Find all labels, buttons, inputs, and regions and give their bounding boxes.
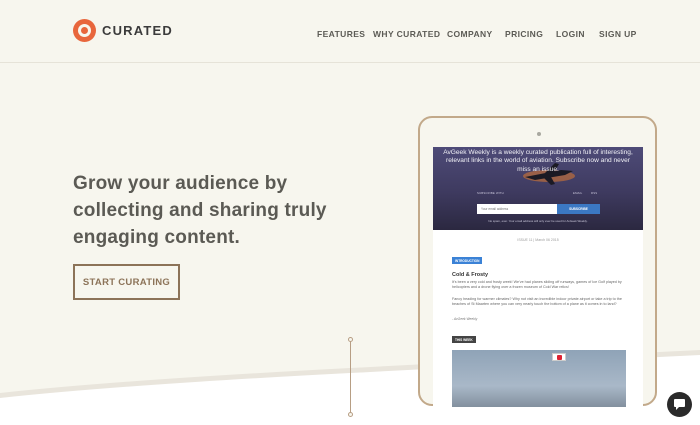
newsletter-subscribe-button[interactable]: SUBSCRIBE	[557, 204, 600, 214]
introduction-tag: INTRODUCTION	[452, 257, 483, 264]
scroll-indicator-line	[350, 340, 351, 415]
subscribe-rss-link[interactable]: RSS	[591, 191, 597, 195]
article-paragraph: It's been a very cold and frosty week! W…	[452, 280, 622, 289]
newsletter-email-input[interactable]: Your email address	[477, 204, 557, 214]
tablet-camera	[537, 132, 541, 136]
nav-features[interactable]: FEATURES	[317, 29, 365, 39]
chat-bubble-icon	[674, 399, 685, 410]
this-week-tag: THIS WEEK	[452, 336, 476, 343]
canada-flag-icon	[552, 353, 566, 361]
newsletter-hero: AvGeek Weekly is a weekly curated public…	[433, 147, 643, 230]
nav-login[interactable]: LOGIN	[556, 29, 585, 39]
start-curating-button[interactable]: START CURATING	[73, 264, 180, 300]
hero-headline: Grow your audience by collecting and sha…	[73, 173, 327, 248]
article-title: Cold & Frosty	[452, 272, 489, 278]
scroll-indicator-bottom-dot[interactable]	[348, 412, 353, 417]
nav-pricing[interactable]: PRICING	[505, 29, 543, 39]
article-paragraph: Fancy heading for warmer climates? Why n…	[452, 297, 622, 306]
site-header: CURATED FEATURES WHY CURATED COMPANY PRI…	[0, 0, 700, 63]
scroll-indicator-top-dot[interactable]	[348, 337, 353, 342]
subscribe-with-label: SUBSCRIBE WITH	[477, 191, 504, 195]
issue-info: ISSUE 11 | March 06 2015	[517, 238, 559, 242]
this-week-image	[452, 350, 626, 407]
spam-note: No spam, ever. Your email address will o…	[488, 219, 588, 223]
newsletter-description: AvGeek Weekly is a weekly curated public…	[443, 149, 633, 173]
chat-button[interactable]	[667, 392, 692, 417]
tablet-mockup: AvGeek Weekly is a weekly curated public…	[418, 116, 657, 407]
main-nav: FEATURES WHY CURATED COMPANY PRICING LOG…	[0, 29, 700, 41]
nav-why-curated[interactable]: WHY CURATED	[373, 29, 440, 39]
article-signature: - AvGeek Weekly	[452, 317, 478, 321]
subscribe-email-link[interactable]: EMAIL	[573, 191, 582, 195]
newsletter-preview: AvGeek Weekly is a weekly curated public…	[433, 147, 643, 407]
nav-sign-up[interactable]: SIGN UP	[599, 29, 637, 39]
nav-company[interactable]: COMPANY	[447, 29, 493, 39]
